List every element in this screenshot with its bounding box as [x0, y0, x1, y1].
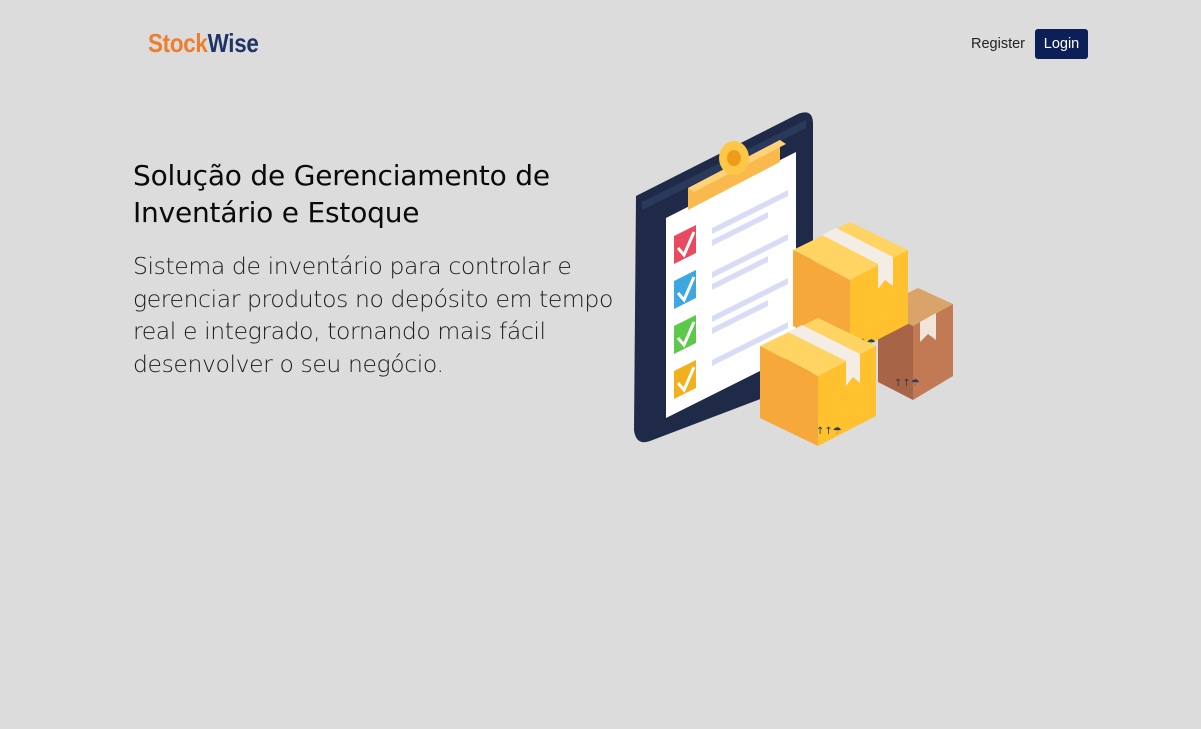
logo-text-stock: Stock	[148, 28, 208, 58]
logo[interactable]: StockWise	[148, 28, 259, 58]
top-nav: Register Login	[971, 29, 1088, 59]
svg-text:↑↑☂: ↑↑☂	[816, 426, 842, 437]
register-link[interactable]: Register	[971, 36, 1025, 52]
svg-text:↑↑☂: ↑↑☂	[894, 378, 920, 389]
hero-title: Solução de Gerenciamento de Inventário e…	[133, 159, 550, 229]
clipboard-boxes-illustration: ↑↑☂ ↑↑☂ ↑↑☂	[634, 112, 953, 446]
hero-description: Sistema de inventário para controlar e g…	[133, 252, 613, 378]
logo-text-wise: Wise	[207, 28, 259, 58]
login-button[interactable]: Login	[1035, 29, 1088, 59]
